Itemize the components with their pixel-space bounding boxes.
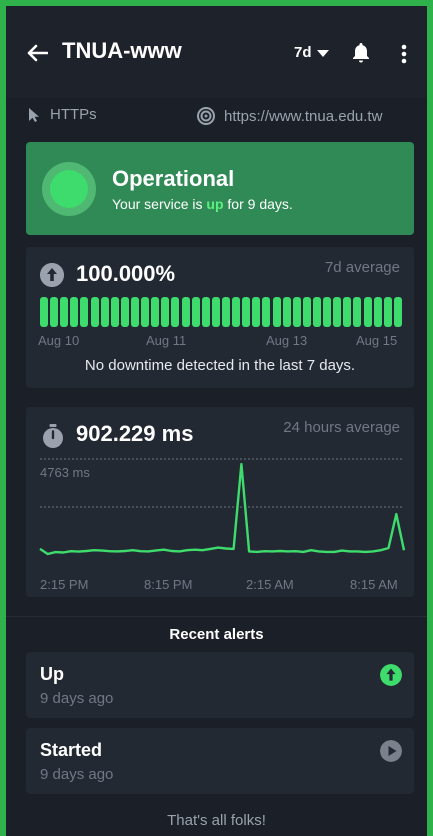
uptime-note: No downtime detected in the last 7 days.	[84, 357, 356, 374]
stopwatch-icon	[43, 424, 63, 448]
response-time-chart: 4763 ms 2:15 PM 8:15 PM 2:15 AM 8:15 AM	[39, 458, 406, 592]
section-divider	[6, 616, 427, 617]
end-of-list-note: That's all folks!	[167, 812, 266, 829]
response-average-label: 24 hours average	[283, 419, 400, 436]
range-selector[interactable]: 7d	[294, 44, 330, 61]
back-arrow-icon[interactable]	[26, 44, 48, 62]
up-arrow-icon	[380, 664, 402, 686]
status-sub-suffix: for 9 days.	[223, 196, 293, 212]
target-icon	[197, 107, 215, 125]
uptime-card: 100.000% 7d average Aug 10 Aug 11 Aug 13 Au…	[26, 247, 414, 388]
page-title: TNUA-www	[62, 38, 182, 63]
uptime-bar	[90, 297, 99, 327]
uptime-bar	[181, 297, 190, 327]
url-label[interactable]: https://www.tnua.edu.tw	[224, 108, 382, 125]
uptime-bar	[383, 297, 392, 327]
uptime-bar	[333, 297, 342, 327]
range-label: 7d	[294, 44, 312, 61]
status-title: Operational	[112, 166, 235, 191]
uptime-bar	[141, 297, 150, 327]
uptime-bar	[373, 297, 382, 327]
url-info: https://www.tnua.edu.tw	[196, 106, 382, 126]
uptime-value: 100.000%	[76, 261, 176, 286]
uptime-bar	[171, 297, 180, 327]
uptime-bar	[262, 297, 271, 327]
uptime-bar	[302, 297, 311, 327]
uptime-bar	[80, 297, 89, 327]
uptime-bar	[211, 297, 220, 327]
alert-title: Started	[40, 740, 103, 760]
uptime-bar	[60, 297, 69, 327]
bell-icon[interactable]	[352, 42, 370, 64]
x-axis-label: 2:15 AM	[246, 577, 294, 592]
uptime-bar	[191, 297, 200, 327]
uptime-bar	[343, 297, 352, 327]
status-state: up	[206, 196, 224, 212]
uptime-bar	[252, 297, 261, 327]
alert-item-started[interactable]: Started 9 days ago	[26, 728, 414, 794]
status-banner: Operational Your service is up for 9 day…	[26, 142, 414, 235]
uptime-bar	[323, 297, 332, 327]
uptime-bar	[232, 297, 241, 327]
uptime-bar	[110, 297, 119, 327]
uptime-day-label: Aug 13	[266, 333, 308, 348]
protocol-label: HTTPs	[50, 106, 97, 123]
uptime-bar	[292, 297, 301, 327]
x-axis-label: 8:15 PM	[144, 577, 192, 592]
uptime-bars	[40, 297, 402, 327]
uptime-bar	[151, 297, 160, 327]
uptime-bar	[363, 297, 372, 327]
uptime-bar	[100, 297, 109, 327]
alert-time: 9 days ago	[40, 690, 114, 707]
app-bar: TNUA-www 7d	[6, 6, 427, 98]
uptime-bar	[393, 297, 402, 327]
uptime-bar	[120, 297, 129, 327]
cursor-icon	[29, 107, 39, 122]
uptime-bar	[40, 297, 48, 327]
recent-alerts-title: Recent alerts	[169, 626, 264, 643]
uptime-bar	[272, 297, 281, 327]
uptime-bar	[130, 297, 139, 327]
more-vert-icon[interactable]	[401, 44, 407, 64]
play-icon	[380, 740, 402, 762]
alert-title: Up	[40, 664, 64, 684]
uptime-day-label: Aug 10	[38, 333, 80, 348]
alert-item-up[interactable]: Up 9 days ago	[26, 652, 414, 718]
status-sub-prefix: Your service is	[112, 196, 207, 212]
y-max-label: 4763 ms	[40, 465, 90, 480]
x-axis-label: 8:15 AM	[350, 577, 398, 592]
x-axis-labels: 2:15 PM 8:15 PM 2:15 AM 8:15 AM	[40, 577, 398, 592]
uptime-bar	[70, 297, 79, 327]
response-time-card: 902.229 ms 24 hours average 4763 ms 2:15…	[26, 407, 414, 597]
uptime-bar	[221, 297, 230, 327]
status-description: Your service is up for 9 days.	[112, 196, 293, 212]
status-indicator-dot	[50, 170, 88, 208]
uptime-bar	[161, 297, 170, 327]
response-value: 902.229 ms	[76, 421, 194, 446]
uptime-bar	[242, 297, 251, 327]
uptime-bar	[353, 297, 362, 327]
uptime-average-label: 7d average	[324, 259, 400, 276]
uptime-day-label: Aug 11	[146, 333, 187, 348]
uptime-bar	[282, 297, 291, 327]
uptime-bar	[201, 297, 210, 327]
caret-down-icon	[316, 49, 329, 57]
app-screen: TNUA-www 7d HTTPs https://www.tnua.edu.t…	[6, 6, 427, 836]
response-line	[39, 462, 406, 556]
uptime-day-label: Aug 15	[356, 333, 398, 348]
alert-time: 9 days ago	[40, 766, 114, 783]
protocol-info: HTTPs	[28, 106, 97, 123]
uptime-bar	[50, 297, 59, 327]
uptime-bar	[312, 297, 321, 327]
uptime-day-labels: Aug 10 Aug 11 Aug 13 Aug 15	[38, 333, 402, 349]
up-arrow-circle-icon	[40, 263, 64, 287]
x-axis-label: 2:15 PM	[40, 577, 88, 592]
